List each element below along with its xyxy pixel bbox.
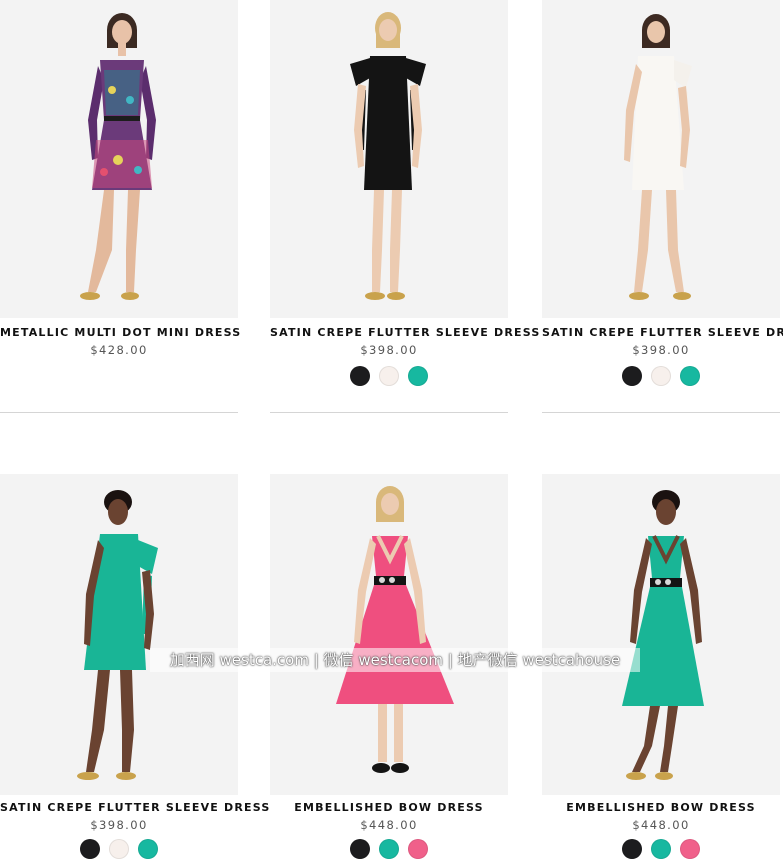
model-photo [624,14,692,300]
product-name[interactable]: SATIN CREPE FLUTTER SLEEVE DRESS [0,801,269,817]
color-swatches [0,366,238,388]
product-card[interactable]: SATIN CREPE FLUTTER SLEEVE DRESS $398.00 [542,0,783,388]
product-price: $428.00 [90,343,148,357]
product-name[interactable]: METALLIC MULTI DOT MINI DRESS [0,326,240,342]
color-swatch[interactable] [379,366,399,386]
color-swatch[interactable] [350,366,370,386]
color-swatches [0,839,238,861]
color-swatch[interactable] [651,366,671,386]
product-name[interactable]: SATIN CREPE FLUTTER SLEEVE DRESS [542,326,783,342]
product-card[interactable]: EMBELLISHED BOW DRESS $448.00 [542,474,780,861]
model-photo [80,13,156,300]
row-divider [542,412,780,413]
color-swatch[interactable] [379,839,399,859]
color-swatch[interactable] [680,366,700,386]
product-name[interactable]: EMBELLISHED BOW DRESS [270,801,508,817]
color-swatch[interactable] [350,839,370,859]
color-swatches [270,839,508,861]
product-price: $448.00 [360,818,418,832]
product-price: $398.00 [90,818,148,832]
product-price: $398.00 [360,343,418,357]
product-price: $398.00 [632,343,690,357]
color-swatch[interactable] [622,366,642,386]
color-swatch[interactable] [651,839,671,859]
model-photo [622,490,704,780]
color-swatch[interactable] [109,839,129,859]
color-swatch[interactable] [408,839,428,859]
color-swatch[interactable] [408,366,428,386]
color-swatch[interactable] [80,839,100,859]
product-image[interactable] [0,474,238,795]
product-card[interactable]: EMBELLISHED BOW DRESS $448.00 [270,474,508,861]
product-price: $448.00 [632,818,690,832]
color-swatch[interactable] [622,839,642,859]
row-divider [270,412,508,413]
product-card[interactable]: SATIN CREPE FLUTTER SLEEVE DRESS $398.00 [270,0,539,388]
product-card[interactable]: SATIN CREPE FLUTTER SLEEVE DRESS $398.00 [0,474,269,861]
product-image[interactable] [542,474,780,795]
product-image[interactable] [542,0,780,318]
row-divider [0,412,238,413]
color-swatches [270,366,508,388]
product-image[interactable] [270,474,508,795]
color-swatch[interactable] [138,839,158,859]
color-swatches [542,366,780,388]
model-photo [77,490,158,780]
product-name[interactable]: EMBELLISHED BOW DRESS [542,801,780,817]
product-image[interactable] [0,0,238,318]
color-swatch[interactable] [680,839,700,859]
product-name[interactable]: SATIN CREPE FLUTTER SLEEVE DRESS [270,326,539,342]
color-swatches [542,839,780,861]
model-photo [336,486,454,773]
model-photo [350,12,426,300]
product-card[interactable]: METALLIC MULTI DOT MINI DRESS $428.00 [0,0,240,388]
product-image[interactable] [270,0,508,318]
